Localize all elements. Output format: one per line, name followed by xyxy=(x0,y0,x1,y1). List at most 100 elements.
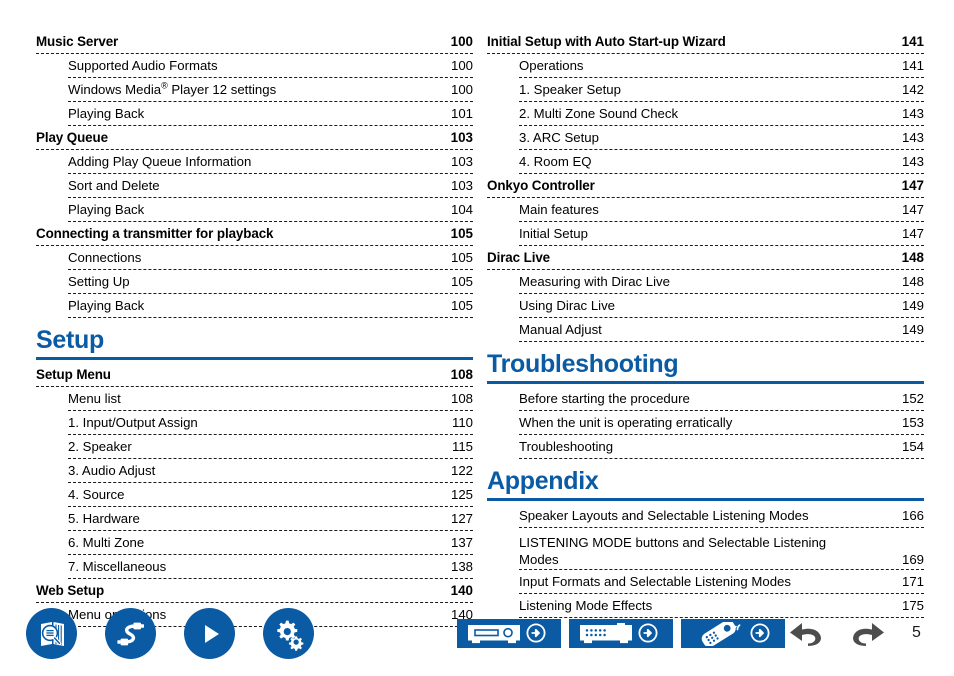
toc-entry-row[interactable]: 7. Miscellaneous 138 xyxy=(36,555,473,579)
toc-entry-title: LISTENING MODE buttons and Selectable Li… xyxy=(519,535,827,567)
toc-entry-page: 166 xyxy=(901,507,924,523)
toc-entry-row[interactable]: LISTENING MODE buttons and Selectable Li… xyxy=(487,528,924,570)
toc-entry-page: 100 xyxy=(450,57,473,73)
back-arrow-icon[interactable] xyxy=(788,620,830,650)
front-panel-icon[interactable] xyxy=(457,619,561,648)
toc-entry-row[interactable]: Menu list 108 xyxy=(36,387,473,411)
toc-entry-title: Adding Play Queue Information xyxy=(68,153,252,169)
toc-section-heading[interactable]: Setup xyxy=(36,326,473,360)
toc-entry-row[interactable]: Connections 105 xyxy=(36,246,473,270)
toc-entry-page: 105 xyxy=(450,249,473,265)
toc-entry-row[interactable]: Operations 141 xyxy=(487,54,924,78)
toc-entry-row[interactable]: Sort and Delete 103 xyxy=(36,174,473,198)
toc-entry-row[interactable]: 2. Speaker 115 xyxy=(36,435,473,459)
toc-entry-row[interactable]: Using Dirac Live 149 xyxy=(487,294,924,318)
toc-entry-row[interactable]: 3. Audio Adjust 122 xyxy=(36,459,473,483)
toc-chapter-row[interactable]: Setup Menu 108 xyxy=(36,363,473,387)
toc-section-title: Troubleshooting xyxy=(487,350,679,378)
toc-entry-page: 125 xyxy=(450,486,473,502)
toc-entry-page: 143 xyxy=(901,105,924,121)
toc-entry-row[interactable]: 1. Speaker Setup 142 xyxy=(487,78,924,102)
toc-entry-row[interactable]: Playing Back 101 xyxy=(36,102,473,126)
toc-entry-title: Operations xyxy=(519,57,584,73)
footer-toolbar: 5 xyxy=(0,604,954,676)
toc-entry-page: 141 xyxy=(901,33,924,49)
toc-chapter-row[interactable]: Web Setup 140 xyxy=(36,579,473,603)
left-column: Music Server 100 Supported Audio Formats 10… xyxy=(36,30,473,627)
toc-entry-row[interactable]: Initial Setup 147 xyxy=(487,222,924,246)
forward-arrow-icon[interactable] xyxy=(844,620,886,650)
toc-section-rule xyxy=(36,357,473,360)
toc-entry-page: 147 xyxy=(901,177,924,193)
toc-entry-title: Manual Adjust xyxy=(519,321,602,337)
toc-entry-row[interactable]: Playing Back 105 xyxy=(36,294,473,318)
toc-entry-page: 154 xyxy=(901,438,924,454)
toc-entry-row[interactable]: 1. Input/Output Assign 110 xyxy=(36,411,473,435)
play-icon[interactable] xyxy=(184,608,235,659)
toc-entry-title: Web Setup xyxy=(36,582,105,598)
toc-entry-page: 108 xyxy=(450,366,473,382)
toc-entry-title: Sort and Delete xyxy=(68,177,160,193)
toc-entry-page: 105 xyxy=(450,273,473,289)
toc-entry-row[interactable]: Measuring with Dirac Live 148 xyxy=(487,270,924,294)
toc-entry-row[interactable]: Before starting the procedure 152 xyxy=(487,387,924,411)
cable-connection-icon[interactable] xyxy=(105,608,156,659)
book-search-icon[interactable] xyxy=(26,608,77,659)
toc-entry-page: 103 xyxy=(450,129,473,145)
toc-entry-row[interactable]: 2. Multi Zone Sound Check 143 xyxy=(487,102,924,126)
toc-entry-row[interactable]: Supported Audio Formats 100 xyxy=(36,54,473,78)
toc-entry-page: 153 xyxy=(901,414,924,430)
toc-entry-title: Input Formats and Selectable Listening M… xyxy=(519,573,791,589)
toc-entry-row[interactable]: 5. Hardware 127 xyxy=(36,507,473,531)
gears-setup-icon[interactable] xyxy=(263,608,314,659)
toc-chapter-row[interactable]: Music Server 100 xyxy=(36,30,473,54)
toc-chapter-row[interactable]: Initial Setup with Auto Start-up Wizard 1… xyxy=(487,30,924,54)
toc-entry-row[interactable]: 4. Room EQ 143 xyxy=(487,150,924,174)
toc-entry-row[interactable]: Troubleshooting 154 xyxy=(487,435,924,459)
rear-panel-icon[interactable] xyxy=(569,619,673,648)
toc-entry-row[interactable]: Adding Play Queue Information 103 xyxy=(36,150,473,174)
toc-entry-title: Playing Back xyxy=(68,105,145,121)
toc-section-heading[interactable]: Troubleshooting xyxy=(487,350,924,384)
toc-entry-title: Speaker Layouts and Selectable Listening… xyxy=(519,507,809,523)
toc-entry-row[interactable]: Speaker Layouts and Selectable Listening… xyxy=(487,504,924,528)
footer-navigation xyxy=(788,620,886,650)
toc-entry-title: 2. Speaker xyxy=(68,438,132,454)
toc-entry-title: Using Dirac Live xyxy=(519,297,616,313)
toc-chapter-row[interactable]: Onkyo Controller 147 xyxy=(487,174,924,198)
toc-entry-page: 152 xyxy=(901,390,924,406)
toc-entry-page: 140 xyxy=(450,582,473,598)
toc-entry-row[interactable]: Windows Media® Player 12 settings 100 xyxy=(36,78,473,102)
toc-entry-row[interactable]: 4. Source 125 xyxy=(36,483,473,507)
toc-entry-page: 171 xyxy=(901,573,924,589)
toc-entry-row[interactable]: Input Formats and Selectable Listening M… xyxy=(487,570,924,594)
toc-section-heading[interactable]: Appendix xyxy=(487,467,924,501)
toc-entry-page: 137 xyxy=(450,534,473,550)
toc-entry-title: 6. Multi Zone xyxy=(68,534,145,550)
toc-entry-title: Setting Up xyxy=(68,273,130,289)
toc-entry-row[interactable]: 6. Multi Zone 137 xyxy=(36,531,473,555)
toc-section-title: Appendix xyxy=(487,467,599,495)
toc-entry-row[interactable]: Main features 147 xyxy=(487,198,924,222)
toc-chapter-row[interactable]: Dirac Live 148 xyxy=(487,246,924,270)
toc-entry-row[interactable]: Setting Up 105 xyxy=(36,270,473,294)
toc-entry-title: Dirac Live xyxy=(487,249,551,265)
toc-entry-row[interactable]: Manual Adjust 149 xyxy=(487,318,924,342)
toc-chapter-row[interactable]: Play Queue 103 xyxy=(36,126,473,150)
toc-entry-row[interactable]: When the unit is operating erratically 15… xyxy=(487,411,924,435)
toc-entry-row[interactable]: 3. ARC Setup 143 xyxy=(487,126,924,150)
toc-entry-title: Main features xyxy=(519,201,599,217)
toc-entry-title: 3. Audio Adjust xyxy=(68,462,156,478)
footer-section-icons xyxy=(26,608,314,659)
toc-entry-title: Initial Setup with Auto Start-up Wizard xyxy=(487,33,726,49)
remote-control-icon[interactable] xyxy=(681,619,785,648)
toc-chapter-row[interactable]: Connecting a transmitter for playback 105 xyxy=(36,222,473,246)
toc-entry-title: 4. Source xyxy=(68,486,125,502)
toc-entry-page: 147 xyxy=(901,225,924,241)
toc-section-rule xyxy=(487,498,924,501)
toc-dotted-leader xyxy=(519,458,924,459)
toc-entry-row[interactable]: Playing Back 104 xyxy=(36,198,473,222)
toc-dotted-leader xyxy=(68,317,473,318)
toc-entry-page: 148 xyxy=(901,249,924,265)
toc-entry-page: 127 xyxy=(450,510,473,526)
